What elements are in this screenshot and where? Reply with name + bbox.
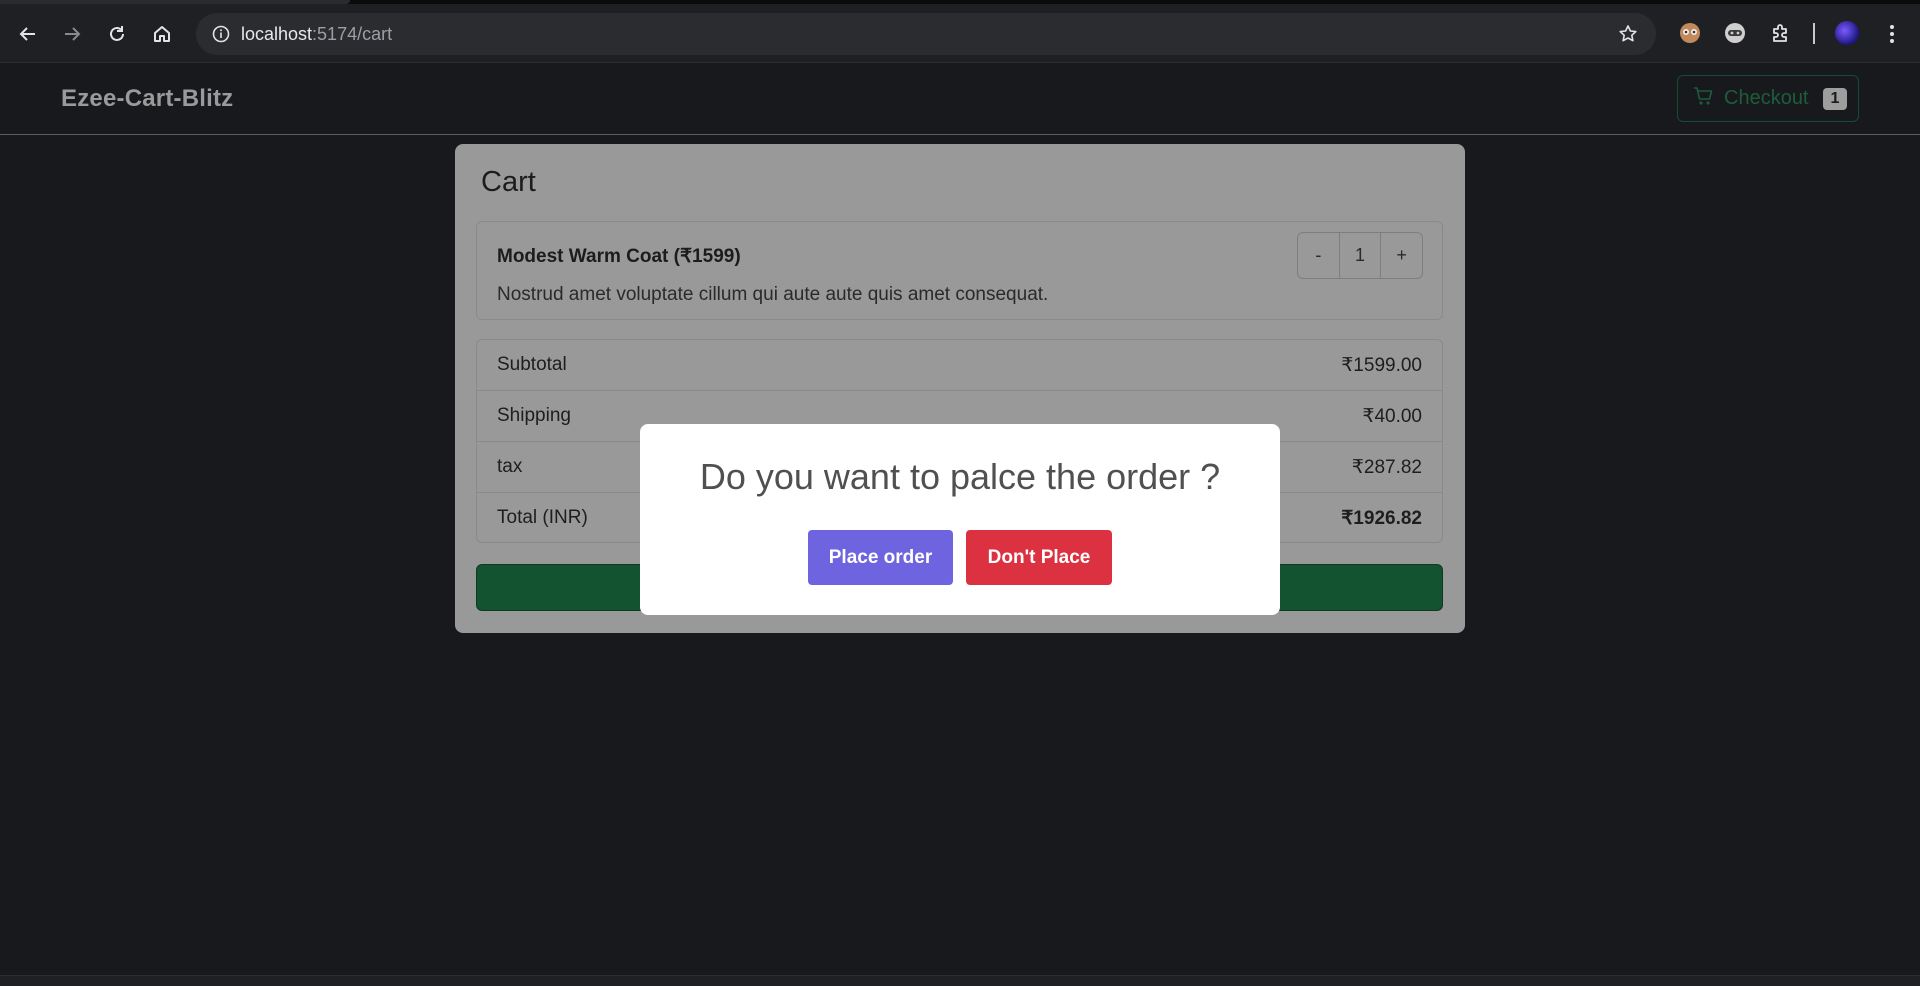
summary-row-subtotal: Subtotal ₹1599.00 — [477, 340, 1442, 391]
app-navbar: Ezee-Cart-Blitz Checkout 1 — [0, 63, 1920, 135]
item-name: Modest Warm Coat (₹1599) — [497, 246, 741, 267]
site-info-icon[interactable] — [206, 19, 236, 49]
back-arrow-icon[interactable] — [11, 17, 45, 51]
browser-toolbar: localhost:5174/cart — [0, 0, 1920, 63]
decrease-button[interactable]: - — [1298, 233, 1339, 278]
url-host: localhost — [241, 24, 313, 44]
reload-icon[interactable] — [100, 17, 134, 51]
address-bar[interactable]: localhost:5174/cart — [196, 13, 1656, 55]
dialog-question: Do you want to palce the order ? — [699, 456, 1221, 497]
brand-logo[interactable]: Ezee-Cart-Blitz — [61, 85, 233, 113]
summary-value: ₹1926.82 — [1341, 508, 1422, 529]
confirm-order-dialog: Do you want to palce the order ? Place o… — [640, 424, 1280, 615]
profile-avatar[interactable] — [1835, 21, 1859, 45]
summary-value: ₹287.82 — [1351, 457, 1422, 478]
url-text[interactable]: localhost:5174/cart — [241, 24, 392, 45]
checkout-button[interactable]: Checkout 1 — [1677, 75, 1859, 122]
more-vert-icon[interactable] — [1882, 20, 1902, 48]
summary-value: ₹40.00 — [1362, 406, 1422, 427]
dont-place-button[interactable]: Don't Place — [966, 530, 1112, 585]
toolbar-divider — [1813, 23, 1815, 44]
forward-arrow-icon[interactable] — [55, 17, 89, 51]
bottom-edge — [0, 975, 1920, 986]
cart-title: Cart — [481, 166, 536, 198]
quantity-value: 1 — [1338, 233, 1382, 278]
cart-item: Modest Warm Coat (₹1599) Nostrud amet vo… — [476, 221, 1443, 320]
cart-count-badge: 1 — [1822, 87, 1848, 110]
quantity-stepper: - 1 + — [1297, 232, 1423, 279]
home-icon[interactable] — [145, 17, 179, 51]
bookmark-star-icon[interactable] — [1616, 22, 1640, 46]
extension-icon[interactable] — [1676, 19, 1704, 47]
increase-button[interactable]: + — [1381, 233, 1422, 278]
extension-icon[interactable] — [1721, 19, 1749, 47]
summary-label: tax — [497, 456, 523, 477]
tab-strip-edge — [0, 0, 1920, 4]
place-order-button[interactable]: Place order — [808, 530, 953, 585]
url-path: :5174/cart — [312, 24, 393, 44]
checkout-label: Checkout — [1724, 87, 1809, 109]
summary-label: Shipping — [497, 405, 571, 426]
cart-icon — [1692, 85, 1714, 113]
item-description: Nostrud amet voluptate cillum qui aute a… — [497, 284, 1049, 305]
puzzle-icon[interactable] — [1767, 19, 1795, 47]
summary-value: ₹1599.00 — [1341, 355, 1422, 376]
summary-label: Total (INR) — [497, 507, 588, 528]
summary-label: Subtotal — [497, 354, 567, 375]
